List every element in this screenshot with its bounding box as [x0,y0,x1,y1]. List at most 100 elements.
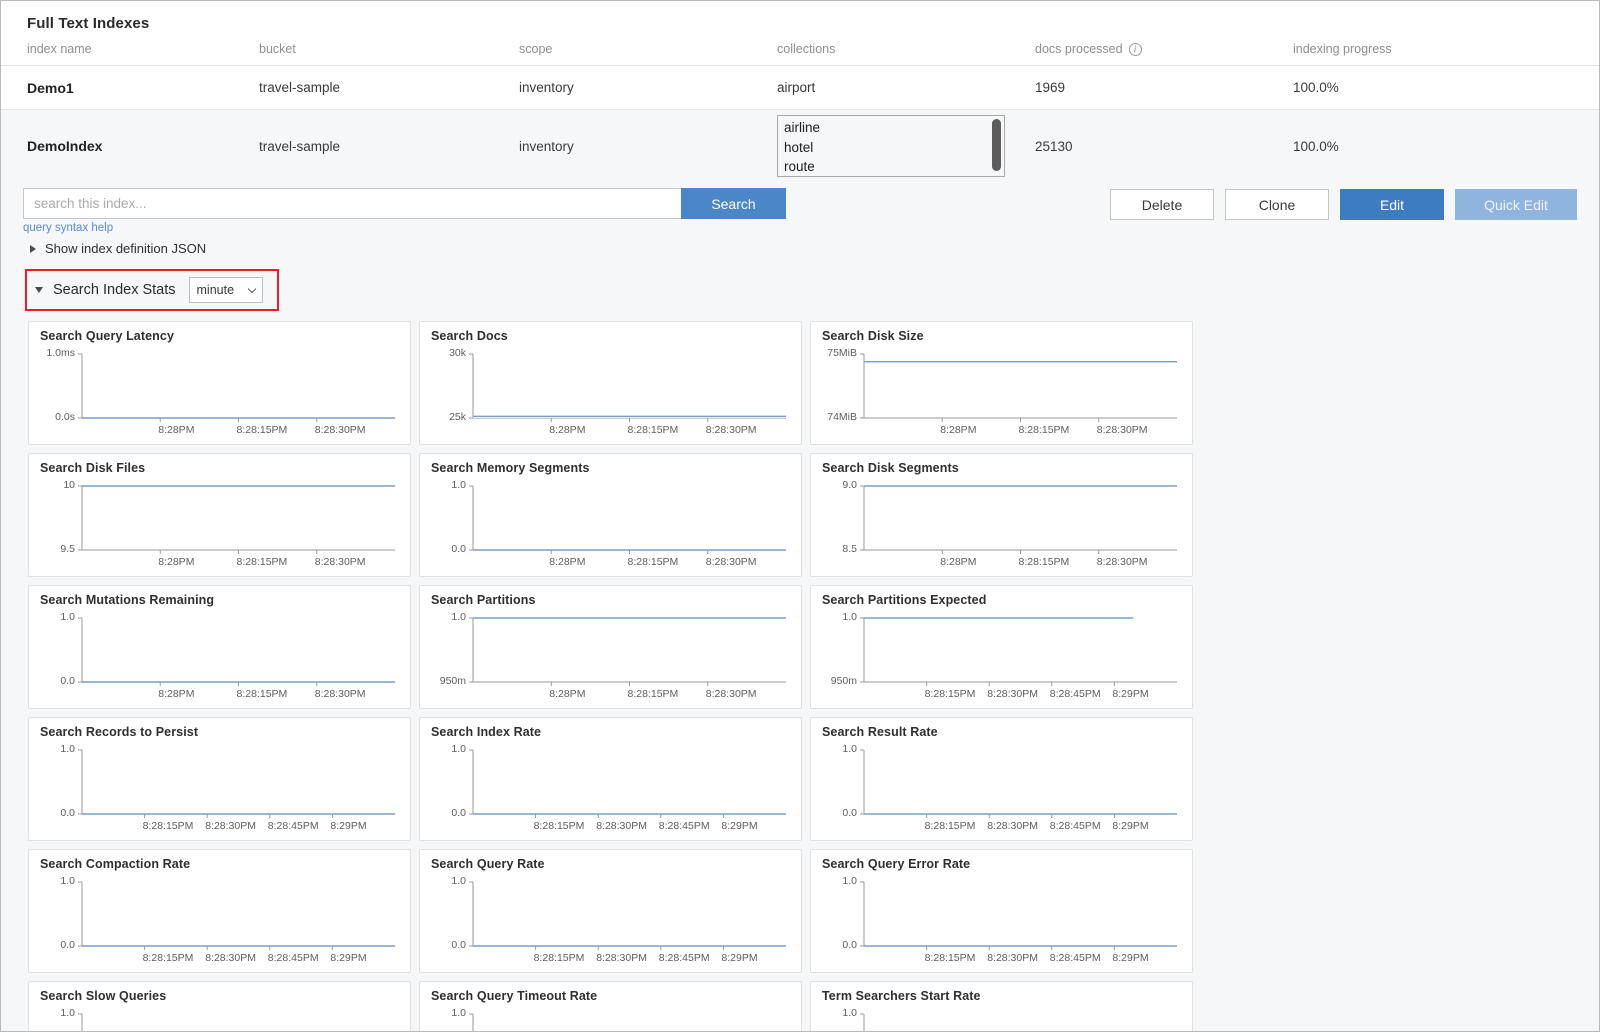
edit-button[interactable]: Edit [1340,189,1444,220]
clone-button[interactable]: Clone [1225,189,1329,220]
x-axis-tick-label: 8:28PM [940,556,976,568]
stat-chart-card[interactable]: Search Memory Segments1.00.08:28PM8:28:1… [419,453,802,577]
stat-chart-card[interactable]: Search Query Latency1.0ms0.0s8:28PM8:28:… [28,321,411,445]
x-axis-tick-label: 8:28:30PM [1097,424,1148,436]
table-row[interactable]: Demo1 travel-sample inventory airport 19… [1,66,1599,110]
cell-collections: airline hotel route [777,115,1035,177]
chart-title: Search Disk Segments [822,461,1183,475]
collections-scrollbar-thumb[interactable] [992,119,1001,171]
x-axis-tick-label: 8:28PM [549,424,585,436]
x-axis-tick-label: 8:28:15PM [237,556,288,568]
y-axis-tick-label: 0.0s [40,411,75,423]
x-axis-tick-label: 8:28:30PM [315,688,366,700]
x-axis-tick-label: 8:28:30PM [706,424,757,436]
stat-chart-card[interactable]: Search Query Timeout Rate1.00.08:28:15PM… [419,981,802,1032]
page-title: Full Text Indexes [1,1,1599,42]
cell-indexing-progress: 100.0% [1293,139,1339,154]
delete-button[interactable]: Delete [1110,189,1214,220]
x-axis-tick-label: 8:29PM [721,820,757,832]
collection-option[interactable]: hotel [784,138,1004,158]
chart-plot-area: 1.00.08:28:15PM8:28:30PM8:28:45PM8:29PM [822,872,1183,968]
x-axis-tick-label: 8:28:45PM [268,952,319,964]
chart-plot-area: 1.00.08:28:15PM8:28:30PM8:28:45PM8:29PM [40,1004,401,1032]
cell-collections: airport [777,80,1035,95]
x-axis-tick-label: 8:29PM [1112,688,1148,700]
stat-chart-card[interactable]: Search Slow Queries1.00.08:28:15PM8:28:3… [28,981,411,1032]
chart-title: Search Query Timeout Rate [431,989,792,1003]
chart-title: Search Slow Queries [40,989,401,1003]
chevron-down-icon[interactable] [35,287,43,293]
x-axis-tick-label: 8:29PM [330,952,366,964]
stat-chart-card[interactable]: Search Query Rate1.00.08:28:15PM8:28:30P… [419,849,802,973]
stat-chart-card[interactable]: Search Disk Size75MiB74MiB8:28PM8:28:15P… [810,321,1193,445]
x-axis-tick-label: 8:28:15PM [925,820,976,832]
collections-listbox[interactable]: airline hotel route [777,115,1005,177]
index-detail-panel: Search query syntax help Show index defi… [1,182,1599,1032]
y-axis-tick-label: 25k [431,411,466,423]
chart-title: Search Mutations Remaining [40,593,401,607]
column-header-docs-processed-label: docs processed [1035,42,1123,56]
chart-title: Search Memory Segments [431,461,792,475]
x-axis-tick-label: 8:28:30PM [596,952,647,964]
stat-chart-card[interactable]: Search Partitions Expected1.0950m8:28:15… [810,585,1193,709]
stat-chart-card[interactable]: Search Partitions1.0950m8:28PM8:28:15PM8… [419,585,802,709]
table-row[interactable]: DemoIndex travel-sample inventory airlin… [1,110,1599,182]
stats-period-select-wrapper: minutehourdayweekmonthyear [176,277,263,303]
stat-chart-card[interactable]: Search Result Rate1.00.08:28:15PM8:28:30… [810,717,1193,841]
cell-index-name: DemoIndex [1,138,259,154]
chart-title: Search Docs [431,329,792,343]
table-header-row: index name bucket scope collections docs… [1,42,1599,66]
y-axis-tick-label: 1.0 [822,743,857,755]
x-axis-tick-label: 8:28:15PM [237,688,288,700]
y-axis-tick-label: 1.0 [40,875,75,887]
stat-chart-card[interactable]: Search Compaction Rate1.00.08:28:15PM8:2… [28,849,411,973]
y-axis-tick-label: 74MiB [822,411,857,423]
stat-chart-card[interactable]: Search Disk Segments9.08.58:28PM8:28:15P… [810,453,1193,577]
stat-chart-card[interactable]: Search Docs30k25k8:28PM8:28:15PM8:28:30P… [419,321,802,445]
query-syntax-help-link[interactable]: query syntax help [23,222,786,234]
chart-plot-area: 1.00.08:28:15PM8:28:30PM8:28:45PM8:29PM [822,740,1183,836]
x-axis-tick-label: 8:29PM [721,952,757,964]
chart-plot-area: 75MiB74MiB8:28PM8:28:15PM8:28:30PM [822,344,1183,440]
info-icon[interactable]: i [1129,43,1142,56]
stat-chart-card[interactable]: Search Disk Files109.58:28PM8:28:15PM8:2… [28,453,411,577]
chart-plot-area: 1.00.08:28PM8:28:15PM8:28:30PM [431,476,792,572]
search-button[interactable]: Search [681,188,786,219]
stat-chart-card[interactable]: Search Index Rate1.00.08:28:15PM8:28:30P… [419,717,802,841]
chart-plot-area: 1.00.08:28:15PM8:28:30PM8:28:45PM8:29PM [431,872,792,968]
x-axis-tick-label: 8:28:45PM [1050,952,1101,964]
cell-docs-processed: 1969 [1035,80,1293,95]
chart-plot-area: 1.00.08:28:15PM8:28:30PM8:28:45PM8:29PM [40,872,401,968]
chart-title: Search Partitions Expected [822,593,1183,607]
stats-period-select[interactable]: minutehourdayweekmonthyear [189,277,263,303]
chart-plot-area: 1.00.08:28PM8:28:15PM8:28:30PM [40,608,401,704]
collection-option[interactable]: route [784,157,1004,177]
chart-plot-area: 1.0950m8:28PM8:28:15PM8:28:30PM [431,608,792,704]
chart-plot-area: 1.00.08:28:15PM8:28:30PM8:28:45PM8:29PM [431,740,792,836]
quick-edit-button[interactable]: Quick Edit [1455,189,1577,220]
chart-title: Search Index Rate [431,725,792,739]
x-axis-tick-label: 8:28:30PM [706,688,757,700]
y-axis-tick-label: 1.0 [822,611,857,623]
y-axis-tick-label: 0.0 [431,939,466,951]
y-axis-tick-label: 0.0 [431,807,466,819]
search-input[interactable] [23,188,681,219]
search-index-stats-header[interactable]: Search Index Stats minutehourdayweekmont… [25,269,279,311]
stat-chart-card[interactable]: Search Records to Persist1.00.08:28:15PM… [28,717,411,841]
collection-option[interactable]: airline [784,118,1004,138]
y-axis-tick-label: 30k [431,347,466,359]
show-index-definition-toggle[interactable]: Show index definition JSON [23,241,786,256]
column-header-docs-processed: docs processed i [1035,42,1293,56]
cell-bucket: travel-sample [259,139,519,154]
stat-chart-card[interactable]: Search Mutations Remaining1.00.08:28PM8:… [28,585,411,709]
x-axis-tick-label: 8:28PM [158,556,194,568]
x-axis-tick-label: 8:28:15PM [237,424,288,436]
stat-chart-card[interactable]: Search Query Error Rate1.00.08:28:15PM8:… [810,849,1193,973]
x-axis-tick-label: 8:28PM [940,424,976,436]
x-axis-tick-label: 8:28:30PM [706,556,757,568]
chart-plot-area: 1.00.08:28:15PM8:28:30PM8:28:45PM8:29PM [822,1004,1183,1032]
chart-plot-area: 1.00.08:28:15PM8:28:30PM8:28:45PM8:29PM [431,1004,792,1032]
x-axis-tick-label: 8:29PM [1112,820,1148,832]
chart-title: Search Disk Size [822,329,1183,343]
stat-chart-card[interactable]: Term Searchers Start Rate1.00.08:28:15PM… [810,981,1193,1032]
